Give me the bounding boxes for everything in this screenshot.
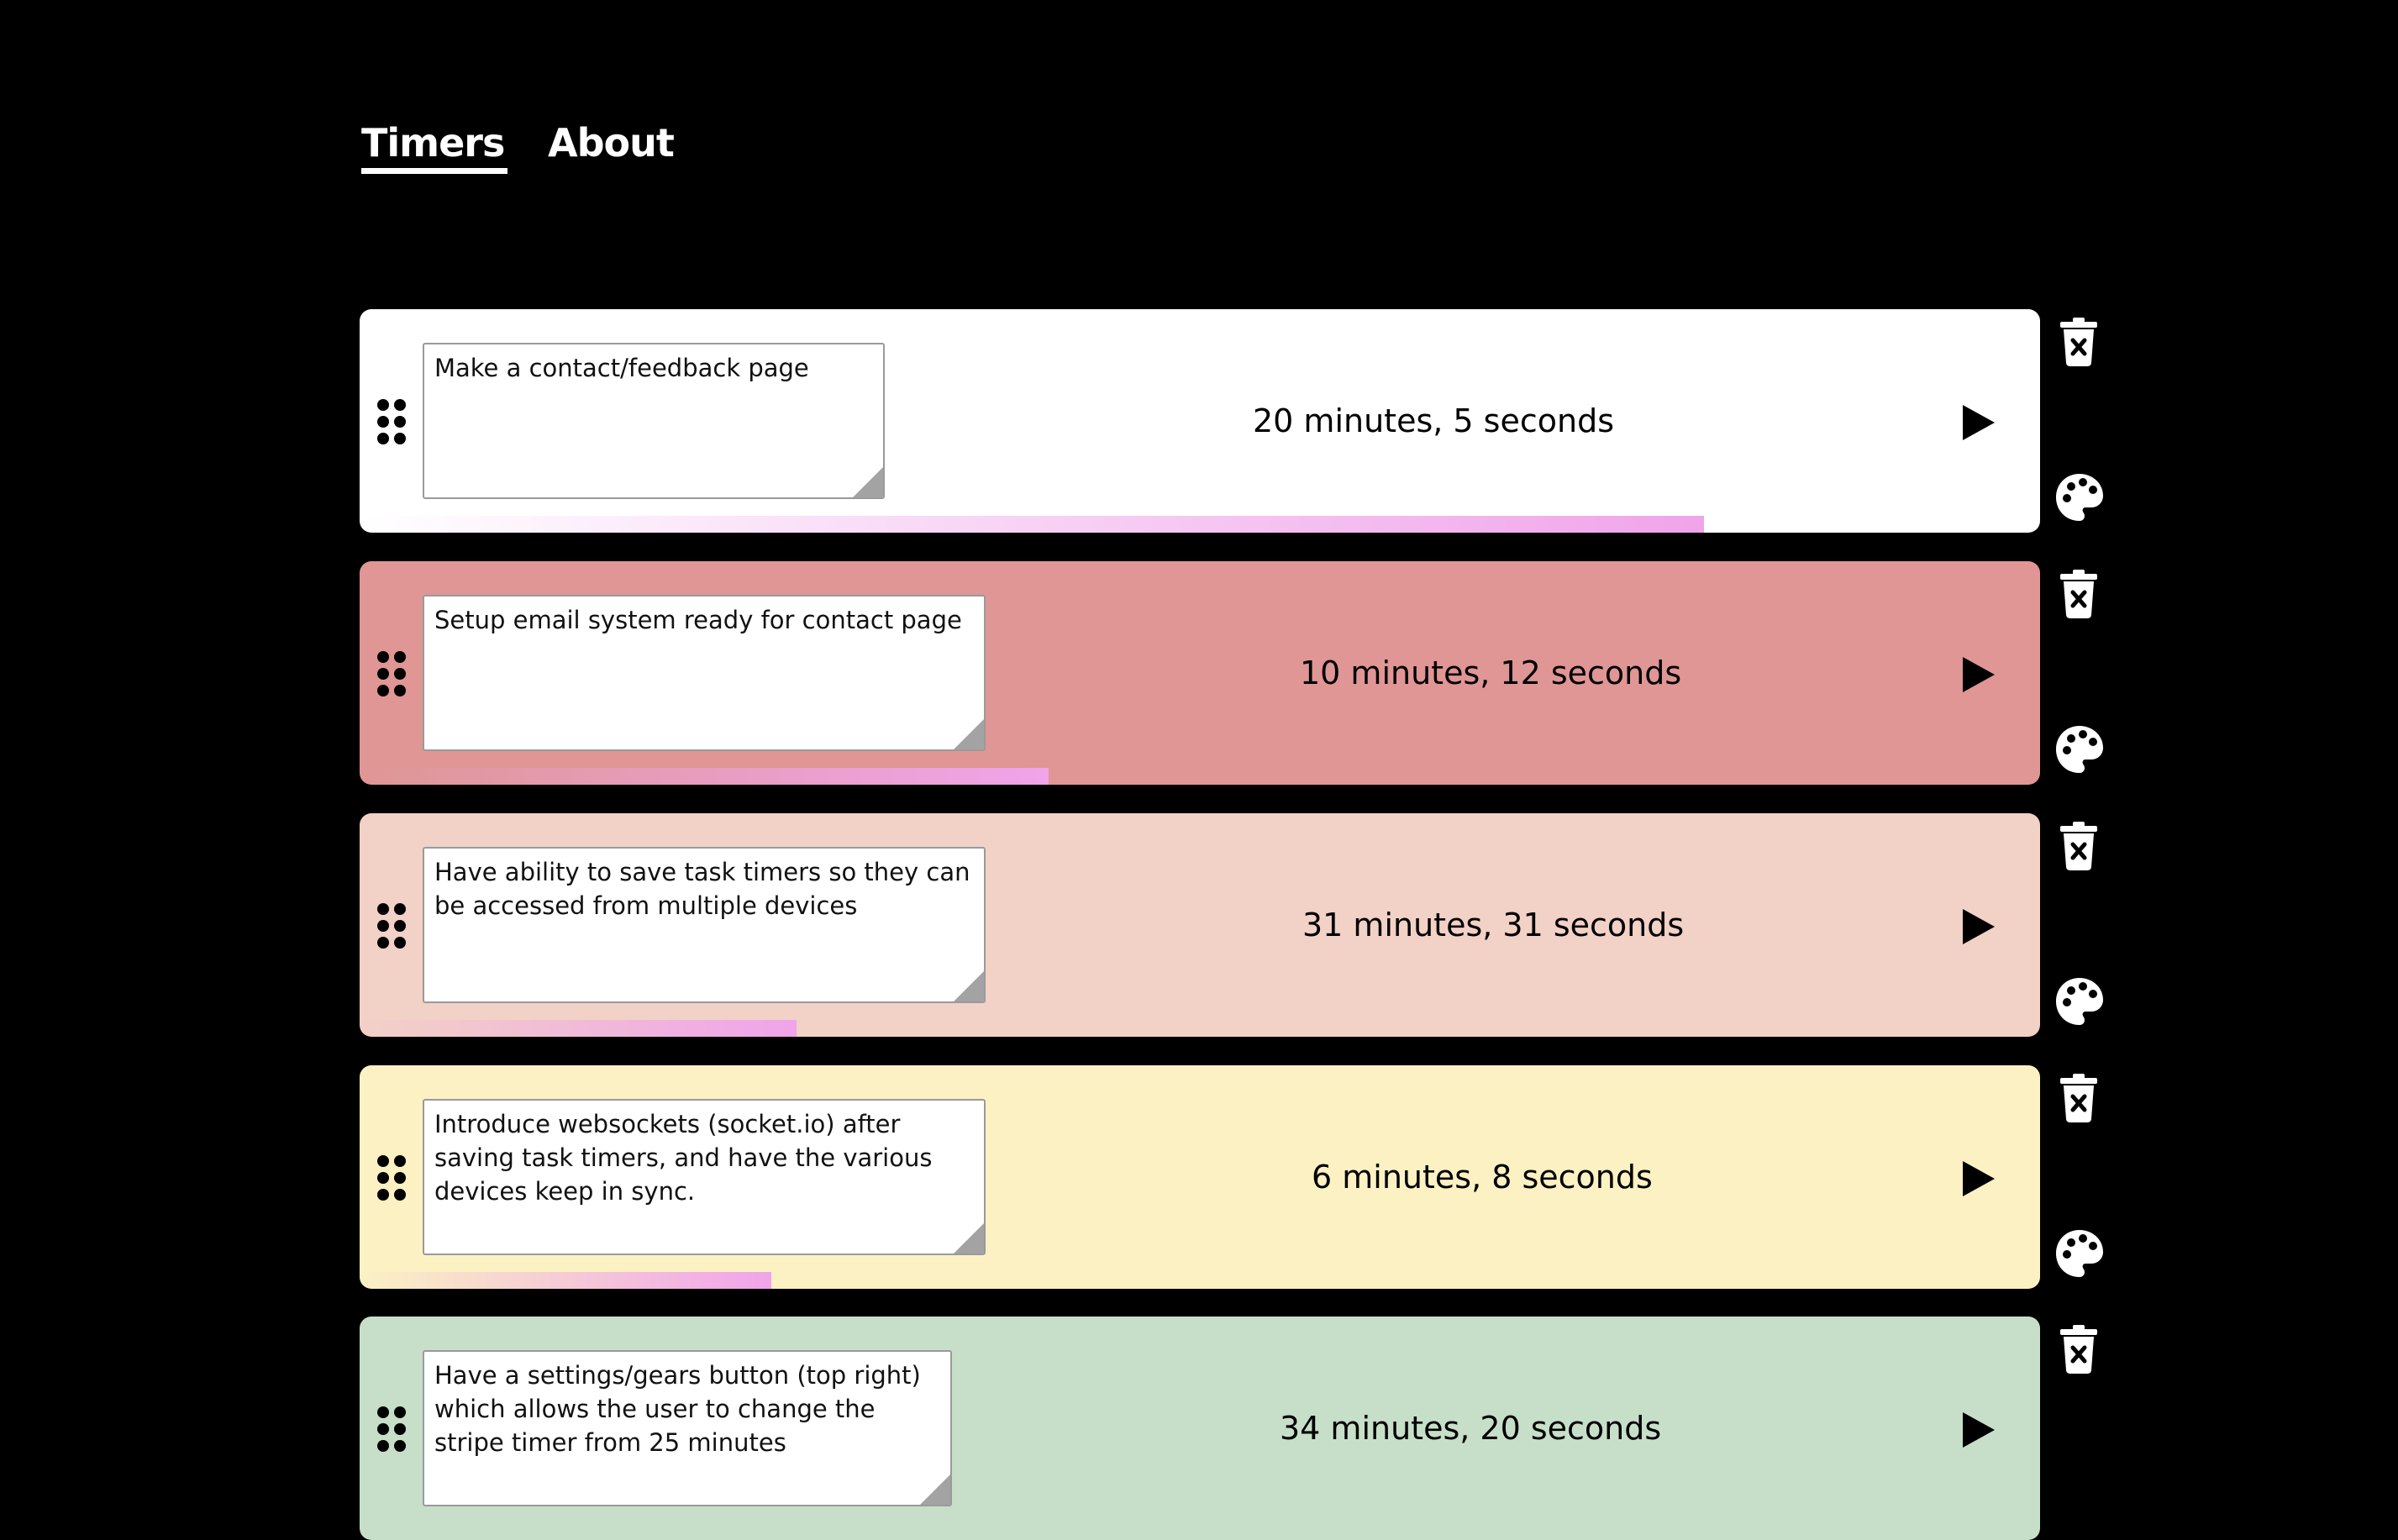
timer-note-input[interactable]: Have a settings/gears button (top right)… [423, 1350, 952, 1506]
play-icon[interactable] [1961, 907, 1996, 946]
trash-icon[interactable] [2060, 1074, 2097, 1122]
timer-card: Setup email system ready for contact pag… [360, 561, 2040, 785]
drag-handle-icon[interactable] [376, 398, 407, 445]
progress-bar [360, 516, 2040, 533]
progress-fill [360, 1272, 771, 1289]
drag-handle-icon[interactable] [376, 902, 407, 949]
timer-note-input[interactable]: Make a contact/feedback page [423, 343, 885, 499]
play-icon[interactable] [1961, 1411, 1996, 1449]
timer-elapsed-text: 6 minutes, 8 seconds [1312, 1159, 1653, 1196]
resize-grip-icon[interactable] [954, 1223, 984, 1254]
timer-card: Have ability to save task timers so they… [360, 813, 2040, 1037]
timer-card: Have a settings/gears button (top right)… [360, 1317, 2040, 1540]
progress-fill [360, 1020, 797, 1037]
progress-bar [360, 1020, 2040, 1037]
resize-grip-icon[interactable] [954, 719, 984, 749]
drag-handle-icon[interactable] [376, 1406, 407, 1453]
trash-icon[interactable] [2060, 318, 2097, 366]
timer-elapsed-text: 34 minutes, 20 seconds [1280, 1410, 1662, 1447]
timer-elapsed-text: 10 minutes, 12 seconds [1300, 654, 1682, 691]
palette-icon[interactable] [2054, 976, 2105, 1027]
resize-grip-icon[interactable] [920, 1474, 950, 1505]
trash-icon[interactable] [2060, 822, 2097, 870]
resize-grip-icon[interactable] [954, 971, 984, 1001]
timer-card: Introduce websockets (socket.io) after s… [360, 1065, 2040, 1289]
palette-icon[interactable] [2054, 472, 2105, 523]
play-icon[interactable] [1961, 655, 1996, 694]
drag-handle-icon[interactable] [376, 1154, 407, 1201]
progress-fill [360, 768, 1049, 785]
palette-icon[interactable] [2054, 724, 2105, 775]
timer-note-input[interactable]: Have ability to save task timers so they… [423, 847, 986, 1003]
trash-icon[interactable] [2060, 1325, 2097, 1374]
nav-about-link[interactable]: About [548, 118, 675, 168]
trash-icon[interactable] [2060, 570, 2097, 618]
resize-grip-icon[interactable] [853, 467, 883, 497]
play-icon[interactable] [1961, 1159, 1996, 1198]
timer-elapsed-text: 20 minutes, 5 seconds [1253, 402, 1614, 439]
progress-bar [360, 768, 2040, 785]
drag-handle-icon[interactable] [376, 650, 407, 697]
timer-card: Make a contact/feedback page 20 minutes, … [360, 309, 2040, 533]
timer-note-input[interactable]: Setup email system ready for contact pag… [423, 595, 986, 751]
timer-elapsed-text: 31 minutes, 31 seconds [1302, 907, 1685, 943]
nav-timers-link[interactable]: Timers [361, 118, 508, 174]
palette-icon[interactable] [2054, 1228, 2105, 1279]
progress-fill [360, 516, 1704, 533]
timer-note-input[interactable]: Introduce websockets (socket.io) after s… [423, 1099, 986, 1255]
play-icon[interactable] [1961, 403, 1996, 442]
progress-bar [360, 1272, 2040, 1289]
